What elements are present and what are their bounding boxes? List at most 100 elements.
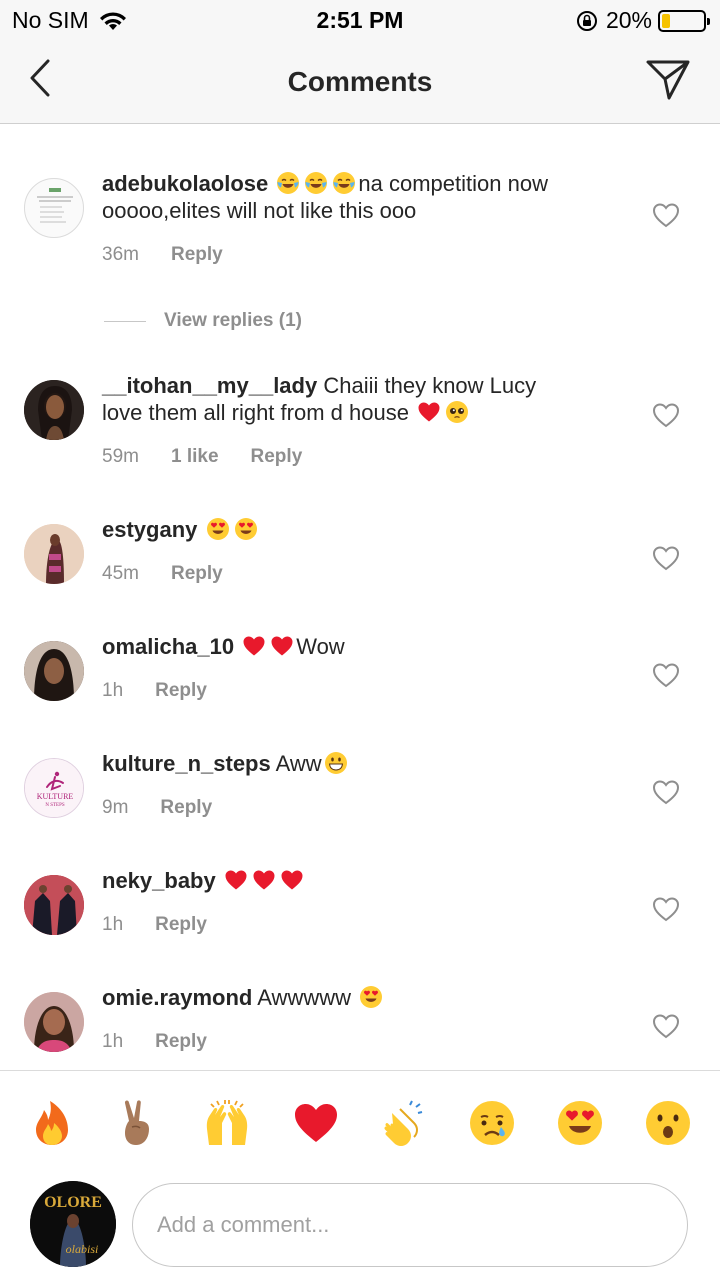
comment-username[interactable]: omie.raymond — [102, 985, 252, 1010]
reply-button[interactable]: Reply — [171, 244, 223, 266]
comment-username[interactable]: neky_baby — [102, 868, 216, 893]
avatar[interactable] — [24, 875, 84, 935]
comment-username[interactable]: __itohan__my__lady — [102, 373, 317, 398]
comment-text: adebukolaolose na competition now ooooo,… — [102, 170, 622, 224]
heart-eyes-emoji-icon — [359, 985, 383, 1009]
battery-fill — [662, 13, 670, 28]
comments-list[interactable]: adebukolaolose na competition now ooooo,… — [0, 124, 720, 1070]
comment-text: kulture_n_steps Aww — [102, 750, 622, 777]
like-heart-icon[interactable] — [652, 202, 680, 228]
reply-button[interactable]: Reply — [155, 1031, 207, 1053]
comment-body: Awwwww — [257, 985, 351, 1010]
comment-time: 1h — [102, 680, 124, 701]
comment-meta: 36m Reply — [102, 244, 255, 266]
reply-button[interactable]: Reply — [251, 446, 303, 468]
view-replies-label: View replies (1) — [164, 310, 302, 331]
surprised-face-emoji-icon[interactable] — [644, 1099, 692, 1147]
status-bar: No SIM 2:51 PM 20% — [0, 0, 720, 40]
heart-emoji-icon — [224, 868, 248, 892]
comment-username[interactable]: adebukolaolose — [102, 171, 268, 196]
pleading-face-emoji-icon — [445, 400, 469, 424]
send-icon — [646, 60, 690, 100]
heart-eyes-emoji-icon[interactable] — [556, 1099, 604, 1147]
reply-button[interactable]: Reply — [155, 914, 207, 936]
comment-time: 36m — [102, 244, 139, 265]
heart-emoji-icon — [417, 400, 441, 424]
comment-body: na competition now — [358, 171, 548, 196]
comment-text: __itohan__my__lady Chaiii they know Lucy… — [102, 372, 622, 426]
page-title: Comments — [287, 66, 433, 97]
avatar-logo-text: KULTURE — [37, 792, 74, 801]
comment-time: 1h — [102, 1031, 124, 1052]
comment-time: 59m — [102, 446, 139, 467]
battery-icon — [658, 9, 710, 32]
heart-eyes-emoji-icon — [206, 517, 230, 541]
clapping-hands-emoji-icon[interactable] — [380, 1099, 428, 1147]
divider — [104, 320, 146, 322]
comment-body: Wow — [296, 634, 345, 659]
add-comment-input[interactable] — [132, 1183, 688, 1267]
comment-text: estygany — [102, 516, 622, 543]
battery-group: 20% — [576, 7, 710, 34]
comment-body-cont: love them all right from d house — [102, 400, 409, 425]
comment-meta: 1h Reply — [102, 1031, 239, 1053]
crying-face-emoji-icon[interactable] — [468, 1099, 516, 1147]
heart-emoji-icon — [252, 868, 276, 892]
likes-count[interactable]: 1 like — [171, 446, 219, 468]
comment-meta: 59m 1 like Reply — [102, 446, 334, 468]
like-heart-icon[interactable] — [652, 896, 680, 922]
like-heart-icon[interactable] — [652, 779, 680, 805]
comment-meta: 1h Reply — [102, 914, 239, 936]
joy-emoji-icon — [332, 171, 356, 195]
avatar-brand-text: OLORE — [44, 1194, 102, 1211]
joy-emoji-icon — [304, 171, 328, 195]
battery-percent: 20% — [605, 7, 652, 33]
red-heart-emoji-icon[interactable] — [292, 1099, 340, 1147]
like-heart-icon[interactable] — [652, 545, 680, 571]
avatar[interactable] — [24, 524, 84, 584]
comment-username[interactable]: kulture_n_steps — [102, 751, 271, 776]
comment-meta: 45m Reply — [102, 563, 255, 585]
comment-meta: 9m Reply — [102, 797, 244, 819]
like-heart-icon[interactable] — [652, 402, 680, 428]
nav-header: Comments — [0, 40, 720, 124]
comment-time: 1h — [102, 914, 124, 935]
comment-text: omalicha_10 Wow — [102, 633, 622, 660]
comment-body: Chaiii they know Lucy — [323, 373, 537, 398]
avatar-signature-text: olabisi — [66, 1242, 99, 1256]
heart-emoji-icon — [280, 868, 304, 892]
comment-username[interactable]: estygany — [102, 517, 197, 542]
raising-hands-emoji-icon[interactable] — [203, 1099, 251, 1147]
avatar-logo-subtext: N STEPS — [45, 803, 65, 808]
avatar[interactable] — [24, 178, 84, 238]
reply-button[interactable]: Reply — [155, 680, 207, 702]
avatar[interactable]: KULTURE N STEPS — [24, 758, 84, 818]
avatar[interactable] — [24, 992, 84, 1052]
share-button[interactable] — [644, 56, 692, 104]
current-user-avatar[interactable]: OLORE olabisi — [30, 1181, 116, 1267]
comment-meta: 1h Reply — [102, 680, 239, 702]
comment-composer: OLORE olabisi — [0, 1070, 720, 1280]
comment-body-cont: ooooo,elites will not like this ooo — [102, 198, 417, 223]
like-heart-icon[interactable] — [652, 1013, 680, 1039]
comment-text: omie.raymond Awwwww — [102, 984, 622, 1011]
comment-time: 45m — [102, 563, 139, 584]
reply-button[interactable]: Reply — [160, 797, 212, 819]
comment-text: neky_baby — [102, 867, 622, 894]
comment-username[interactable]: omalicha_10 — [102, 634, 234, 659]
avatar[interactable] — [24, 641, 84, 701]
heart-emoji-icon — [242, 634, 266, 658]
fire-emoji-icon[interactable] — [28, 1099, 76, 1147]
grinning-face-emoji-icon — [324, 751, 348, 775]
joy-emoji-icon — [276, 171, 300, 195]
avatar[interactable] — [24, 380, 84, 440]
view-replies-button[interactable]: View replies (1) — [104, 310, 302, 332]
heart-eyes-emoji-icon — [234, 517, 258, 541]
victory-hand-emoji-icon[interactable] — [114, 1099, 162, 1147]
comment-time: 9m — [102, 797, 129, 818]
heart-emoji-icon — [270, 634, 294, 658]
reply-button[interactable]: Reply — [171, 563, 223, 585]
orientation-lock-icon — [576, 10, 597, 31]
like-heart-icon[interactable] — [652, 662, 680, 688]
quick-reaction-bar — [0, 1099, 720, 1147]
